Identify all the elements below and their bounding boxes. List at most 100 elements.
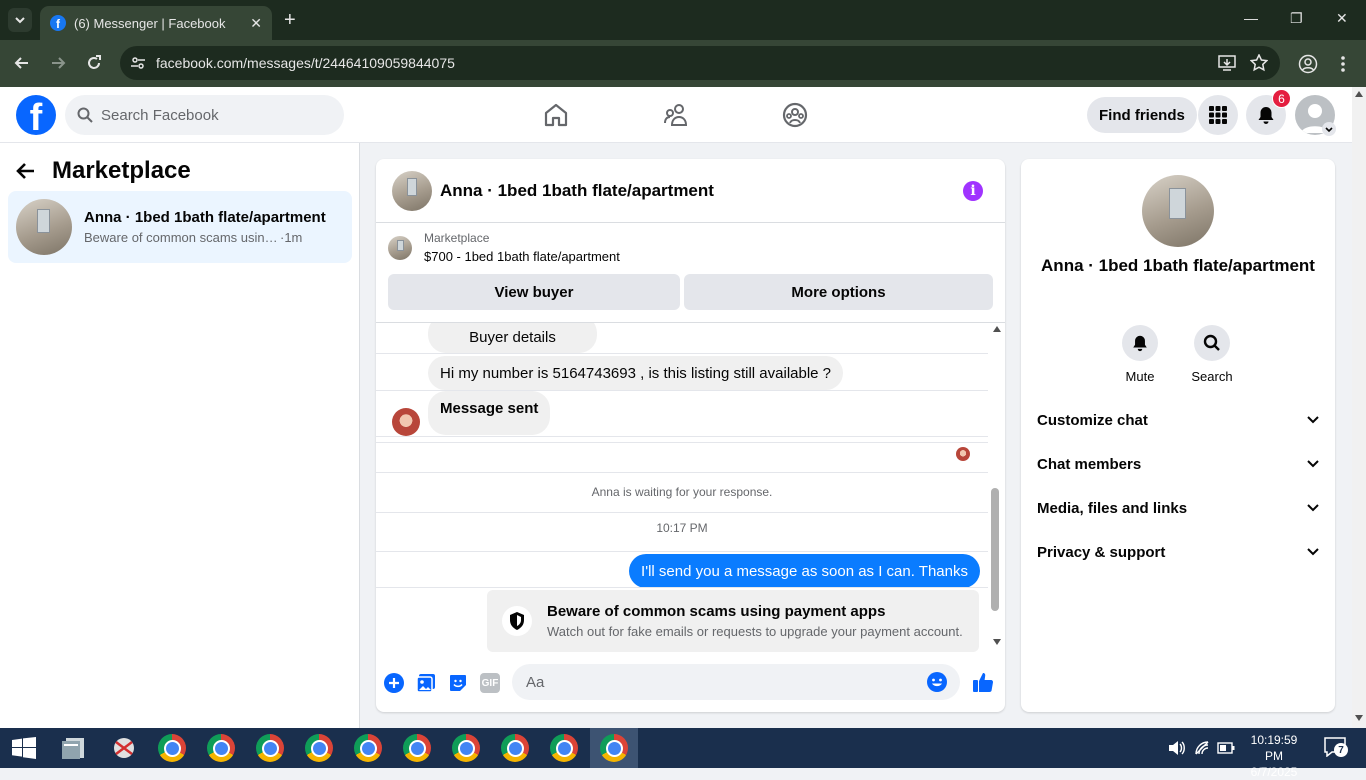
divider — [376, 442, 988, 443]
message-sent-bubble[interactable]: Message sent — [428, 391, 551, 435]
customize-chat-section[interactable]: Customize chat — [1037, 410, 1319, 430]
chrome-profile-icon[interactable] — [250, 732, 290, 764]
message-list[interactable]: Buyer details Hi my number is 5164743693… — [376, 322, 1005, 652]
page-scrollbar[interactable] — [1352, 87, 1366, 728]
restore-icon[interactable]: ❐ — [1290, 10, 1303, 27]
site-settings-icon[interactable] — [130, 55, 146, 71]
divider — [376, 551, 988, 552]
buyer-details-bubble[interactable]: Buyer details — [428, 323, 597, 353]
friends-icon[interactable] — [662, 101, 690, 129]
file-explorer-icon[interactable] — [54, 732, 94, 764]
message-sent-text: Message sent — [440, 400, 539, 417]
media-files-section[interactable]: Media, files and links — [1037, 498, 1319, 518]
scam-warning-card[interactable]: Beware of common scams using payment app… — [487, 590, 979, 652]
address-bar[interactable]: facebook.com/messages/t/2446410905984407… — [120, 46, 1280, 80]
browser-tab[interactable]: f (6) Messenger | Facebook ✕ — [40, 6, 272, 40]
my-message-bubble[interactable]: I'll send you a message as soon as I can… — [629, 554, 980, 588]
chrome-profile-icon[interactable] — [348, 732, 388, 764]
profile-thumbnail[interactable] — [1142, 175, 1214, 247]
close-tab-icon[interactable]: ✕ — [250, 15, 262, 32]
grid-menu-icon — [1209, 106, 1227, 124]
find-friends-button[interactable]: Find friends — [1087, 97, 1197, 133]
marketplace-listing[interactable]: Marketplace $700 - 1bed 1bath flate/apar… — [388, 231, 620, 264]
chat-title[interactable]: Anna · 1bed 1bath flate/apartment — [440, 181, 714, 201]
more-options-button[interactable]: More options — [684, 274, 993, 310]
minimize-icon[interactable]: — — [1244, 10, 1258, 26]
reload-icon[interactable] — [83, 52, 105, 74]
tab-search-button[interactable] — [8, 8, 32, 32]
chevron-down-icon — [1307, 460, 1319, 468]
snipping-tool-icon[interactable] — [104, 732, 144, 764]
search-input[interactable] — [101, 106, 321, 124]
thumbs-up-icon[interactable] — [972, 671, 994, 693]
message-composer: GIF — [376, 662, 1005, 704]
back-arrow-icon[interactable] — [16, 161, 36, 181]
battery-icon[interactable] — [1217, 742, 1235, 754]
account-chevron-icon[interactable] — [1322, 122, 1336, 136]
privacy-support-section[interactable]: Privacy & support — [1037, 542, 1319, 562]
bookmark-star-icon[interactable] — [1250, 54, 1268, 72]
search-box[interactable] — [65, 95, 344, 135]
gif-icon[interactable]: GIF — [480, 673, 500, 693]
chat-window: Anna · 1bed 1bath flate/apartment i Mark… — [376, 159, 1005, 712]
photo-icon[interactable] — [416, 673, 436, 693]
message-text: Hi my number is 5164743693 , is this lis… — [440, 364, 832, 382]
windows-start-icon[interactable] — [12, 737, 36, 759]
notification-center-icon[interactable]: 7 — [1324, 737, 1348, 757]
chrome-profile-icon[interactable] — [495, 732, 535, 764]
chat-avatar[interactable] — [392, 170, 432, 211]
new-tab-icon[interactable]: + — [284, 10, 296, 30]
info-icon[interactable]: i — [963, 181, 983, 201]
search-icon — [1203, 334, 1220, 351]
message-input[interactable] — [526, 673, 906, 691]
volume-icon[interactable] — [1168, 740, 1186, 756]
search-chat-button[interactable]: Search — [1182, 325, 1242, 384]
conversation-time: ·1m — [280, 230, 303, 245]
section-label: Media, files and links — [1037, 499, 1188, 517]
chrome-active-icon[interactable] — [590, 728, 638, 768]
chrome-profile-icon[interactable] — [544, 732, 584, 764]
buyer-details-text: Buyer details — [469, 328, 556, 346]
install-app-icon[interactable] — [1218, 55, 1236, 71]
chevron-down-icon — [1307, 548, 1319, 556]
back-icon[interactable] — [11, 52, 33, 74]
windows-taskbar: 10:19:59 PM 6/7/2025 7 — [0, 728, 1366, 779]
emoji-icon[interactable] — [926, 671, 948, 693]
sidebar-title: Marketplace — [52, 157, 191, 184]
section-label: Customize chat — [1037, 411, 1148, 429]
mute-button[interactable]: Mute — [1110, 325, 1170, 384]
clock[interactable]: 10:19:59 PM 6/7/2025 — [1240, 732, 1308, 780]
chat-scrollbar-thumb[interactable] — [991, 488, 999, 611]
sender-avatar[interactable] — [392, 408, 420, 436]
home-icon[interactable] — [542, 101, 570, 129]
chrome-profile-icon[interactable] — [446, 732, 486, 764]
chat-members-section[interactable]: Chat members — [1037, 454, 1319, 474]
plus-circle-icon[interactable] — [384, 673, 404, 693]
listing-thumbnail — [16, 199, 72, 255]
forward-icon[interactable] — [47, 52, 69, 74]
chrome-profile-icon[interactable] — [299, 732, 339, 764]
seen-avatar — [956, 447, 970, 461]
groups-icon[interactable] — [781, 101, 809, 129]
section-label: Chat members — [1037, 455, 1142, 473]
sticker-icon[interactable] — [448, 673, 468, 693]
search-label: Search — [1191, 369, 1233, 384]
notification-count: 7 — [1334, 743, 1348, 757]
facebook-logo-icon[interactable]: f — [16, 95, 56, 135]
chrome-profile-icon[interactable] — [397, 732, 437, 764]
close-window-icon[interactable]: ✕ — [1336, 10, 1348, 27]
timestamp: 10:17 PM — [656, 521, 708, 535]
profile-icon[interactable] — [1298, 54, 1318, 74]
view-buyer-button[interactable]: View buyer — [388, 274, 680, 310]
divider — [376, 353, 988, 354]
chevron-down-icon — [1307, 504, 1319, 512]
menu-button[interactable] — [1198, 95, 1238, 135]
message-input-box[interactable] — [512, 664, 960, 700]
listing-small-thumbnail — [388, 235, 412, 260]
browser-menu-icon[interactable] — [1340, 54, 1346, 74]
conversation-item[interactable]: Anna · 1bed 1bath flate/apartment Beware… — [8, 191, 352, 263]
chrome-icon[interactable] — [152, 732, 192, 764]
network-icon[interactable] — [1194, 740, 1210, 756]
chrome-profile-icon[interactable] — [201, 732, 241, 764]
message-bubble[interactable]: Hi my number is 5164743693 , is this lis… — [428, 356, 844, 390]
